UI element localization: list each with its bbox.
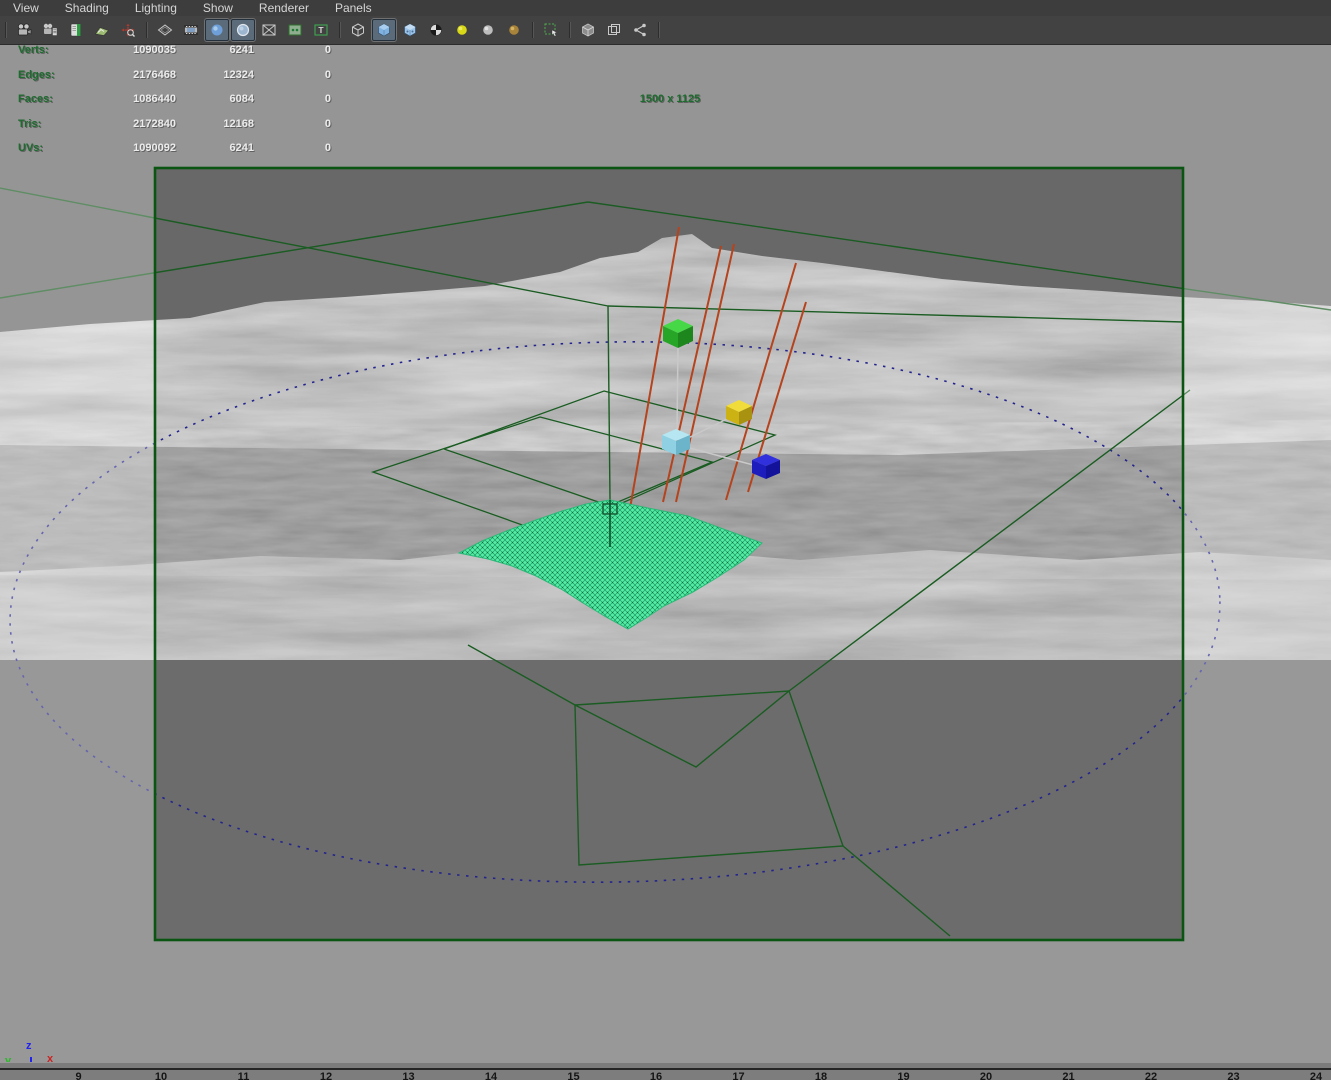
- maya-viewport-window: View Shading Lighting Show Renderer Panels T: [0, 0, 1331, 1080]
- menu-item-show[interactable]: Show: [190, 0, 246, 16]
- camera-names-icon[interactable]: [283, 19, 307, 41]
- select-camera-icon[interactable]: [12, 19, 36, 41]
- toolbar-group: [11, 19, 141, 41]
- pan-zoom-icon[interactable]: [116, 19, 140, 41]
- menu-item-shading[interactable]: Shading: [52, 0, 122, 16]
- polycount-row: Verts: 1090035 6241 0: [18, 44, 331, 56]
- panel-menu-bar: View Shading Lighting Show Renderer Panels: [0, 0, 1331, 16]
- timeline-frame-number: 12: [319, 1071, 333, 1080]
- toolbar-separator: [143, 21, 150, 39]
- toolbar-separator: [336, 21, 343, 39]
- smooth-shade-icon[interactable]: [372, 19, 396, 41]
- use-all-lights-icon[interactable]: [424, 19, 448, 41]
- camera-attributes-icon[interactable]: [38, 19, 62, 41]
- perspective-viewport[interactable]: Verts: 1090035 6241 0 Edges: 2176468 12324 0 Fac…: [0, 44, 1331, 1080]
- menu-item-view[interactable]: View: [0, 0, 52, 16]
- film-gate-icon[interactable]: [153, 19, 177, 41]
- polycount-value: 0: [324, 68, 331, 81]
- resolution-gate-label: 1500 x 1125: [639, 93, 701, 105]
- polycount-value: 6084: [229, 93, 254, 105]
- field-chart-icon[interactable]: [231, 19, 255, 41]
- timeline-frame-number: 21: [1062, 1071, 1075, 1080]
- menu-item-panels[interactable]: Panels: [322, 0, 385, 16]
- polycount-value: 0: [324, 117, 331, 130]
- polycount-label: Edges:: [18, 68, 55, 81]
- timeline-frame-number: 20: [979, 1071, 993, 1080]
- xray-joints-icon[interactable]: [602, 19, 626, 41]
- timeline-frame-number: 19: [897, 1071, 910, 1080]
- image-plane-icon[interactable]: [90, 19, 114, 41]
- polycount-value: 12168: [223, 117, 254, 130]
- ssao-icon[interactable]: [476, 19, 500, 41]
- polycount-row: Faces: 1086440 6084 0: [18, 93, 331, 105]
- polycount-label: Verts:: [18, 44, 49, 56]
- polycount-row: Tris: 2172840 12168 0: [18, 117, 331, 130]
- polycount-label: Tris:: [18, 117, 42, 130]
- polycount-value: 6241: [229, 142, 254, 154]
- textured-icon[interactable]: [398, 19, 422, 41]
- polycount-value: 0: [324, 44, 331, 56]
- toolbar-separator: [566, 21, 573, 39]
- scene-canvas[interactable]: [0, 44, 1331, 1062]
- xray-icon[interactable]: [576, 19, 600, 41]
- timeline-frame-number: 17: [732, 1071, 745, 1080]
- polycount-label: UVs:: [18, 142, 44, 154]
- safe-title-icon[interactable]: T: [309, 19, 333, 41]
- timeline-frame-number: 22: [1144, 1071, 1158, 1080]
- isolate-select-icon[interactable]: [539, 19, 563, 41]
- resolution-gate-icon[interactable]: [179, 19, 203, 41]
- timeline-frame-number: 24: [1309, 1071, 1323, 1080]
- timeline-frame-number: 18: [814, 1071, 828, 1080]
- toolbar-separator: [2, 21, 9, 39]
- terrain-heightfield: [0, 234, 1331, 1062]
- polycount-value: 6241: [229, 44, 254, 56]
- timeline-frame-number: 9: [75, 1071, 82, 1080]
- gate-mask-icon[interactable]: [205, 19, 229, 41]
- polycount-row: UVs: 1090092 6241 0: [18, 142, 331, 154]
- polycount-label: Faces:: [18, 93, 53, 105]
- shadows-icon[interactable]: [450, 19, 474, 41]
- toolbar-separator: [529, 21, 536, 39]
- polycount-value: 1090092: [133, 142, 176, 154]
- polycount-value: 2172840: [133, 117, 176, 130]
- polycount-value: 0: [324, 93, 331, 105]
- polycount-value: 0: [324, 142, 331, 154]
- timeline-frame-number: 16: [649, 1071, 663, 1080]
- safe-action-icon[interactable]: [257, 19, 281, 41]
- polycount-value: 1090035: [133, 44, 176, 56]
- svg-text:T: T: [318, 25, 324, 35]
- menu-item-lighting[interactable]: Lighting: [122, 0, 190, 16]
- time-slider-ticks[interactable]: 89101112131415161718192021222324: [0, 1070, 1331, 1080]
- toolbar-group: [538, 19, 564, 41]
- polycount-row: Edges: 2176468 12324 0: [18, 68, 331, 81]
- timeline-frame-number: 10: [154, 1071, 168, 1080]
- toolbar-group: T: [152, 19, 334, 41]
- panel-toolbar: T: [0, 16, 1331, 45]
- wireframe-icon[interactable]: [346, 19, 370, 41]
- polycount-value: 12324: [223, 68, 254, 81]
- scene-graph-icon[interactable]: [628, 19, 652, 41]
- menu-item-renderer[interactable]: Renderer: [246, 0, 322, 16]
- timeline-frame-number: 13: [402, 1071, 415, 1080]
- toolbar-group: [575, 19, 653, 41]
- toolbar-separator: [655, 21, 662, 39]
- toolbar-group: [345, 19, 527, 41]
- z-axis-label: z: [26, 1040, 32, 1052]
- timeline-frame-number: 23: [1227, 1071, 1240, 1080]
- time-range-bar[interactable]: [0, 1062, 1331, 1070]
- timeline-frame-number: 14: [484, 1071, 498, 1080]
- timeline-frame-number: 11: [237, 1071, 250, 1080]
- timeline-frame-number: 15: [567, 1071, 580, 1080]
- bookmarks-icon[interactable]: [64, 19, 88, 41]
- motion-blur-icon[interactable]: [502, 19, 526, 41]
- polycount-value: 2176468: [133, 68, 176, 81]
- polycount-value: 1086440: [133, 93, 176, 105]
